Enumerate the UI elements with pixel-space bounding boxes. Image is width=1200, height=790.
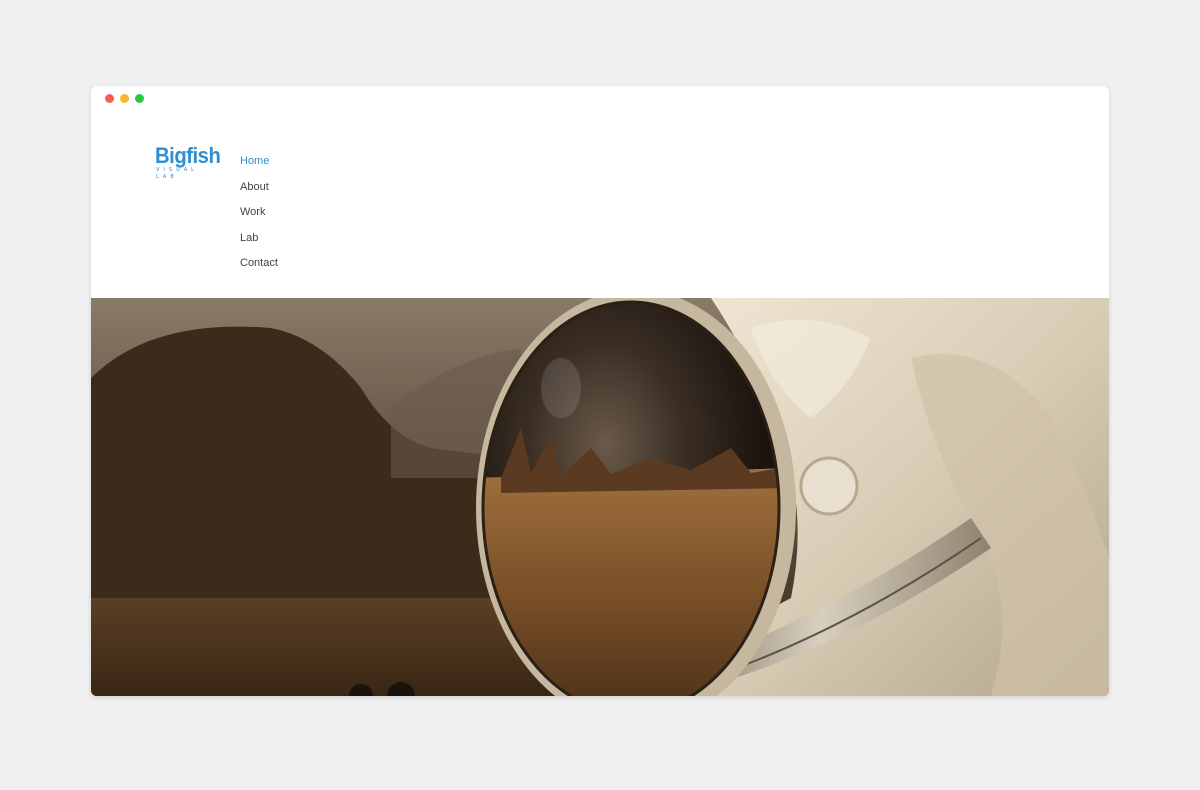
browser-window: Bigfish VISUAL LAB Home About Work Lab C…	[91, 86, 1109, 696]
nav-item-contact[interactable]: Contact	[240, 255, 278, 281]
nav-item-lab[interactable]: Lab	[240, 230, 278, 256]
window-titlebar	[91, 86, 1109, 112]
nav-item-work[interactable]: Work	[240, 204, 278, 230]
main-nav: Home About Work Lab Contact	[240, 153, 278, 281]
brand-tagline: VISUAL LAB	[156, 167, 198, 180]
astronaut-helmet-image	[91, 298, 1109, 696]
site-header: Bigfish VISUAL LAB Home About Work Lab C…	[91, 112, 1109, 298]
brand-logo[interactable]: Bigfish VISUAL LAB	[155, 144, 225, 181]
minimize-window-button[interactable]	[120, 94, 129, 103]
brand-name: Bigfish	[155, 143, 221, 168]
hero-image	[91, 298, 1109, 696]
close-window-button[interactable]	[105, 94, 114, 103]
nav-item-home[interactable]: Home	[240, 153, 278, 179]
nav-item-about[interactable]: About	[240, 179, 278, 205]
maximize-window-button[interactable]	[135, 94, 144, 103]
